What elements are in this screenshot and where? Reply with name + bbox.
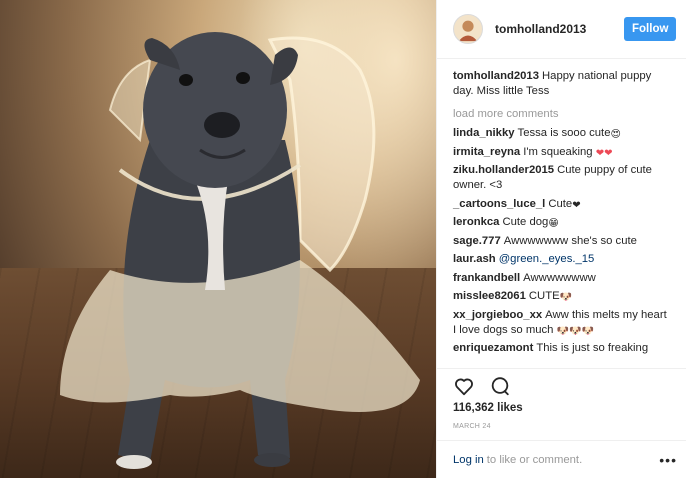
like-count[interactable]: 116,362 likes (453, 402, 671, 414)
dog-illustration (60, 32, 420, 469)
comment-username[interactable]: misslee82061 (453, 290, 526, 302)
heart-emoji-icon: ❤❤ (595, 147, 613, 159)
comment-username[interactable]: laur.ash (453, 253, 496, 265)
comment-item: laur.ash @green._eyes._15 (453, 252, 672, 267)
comment-username[interactable]: leronkca (453, 216, 499, 228)
black-heart-emoji-icon: ❤ (572, 199, 581, 211)
comment-username[interactable]: irmita_reyna (453, 146, 520, 158)
comment-item: linda_nikky Tessa is sooo cute😍 (453, 126, 672, 141)
login-link[interactable]: Log in (453, 454, 484, 466)
comment-username[interactable]: frankandbell (453, 272, 520, 284)
load-more-comments-link[interactable]: load more comments (453, 108, 672, 120)
more-options-icon[interactable]: ••• (659, 452, 677, 468)
comment-item: _cartoons_luce_l Cute❤ (453, 197, 672, 212)
comment-item: xx_jorgieboo_xx Aww this melts my heart I… (453, 308, 672, 338)
comment-text: Cute (548, 197, 573, 210)
post-username[interactable]: tomholland2013 (495, 22, 624, 36)
post-side-panel: tomholland2013 Follow tomholland2013 Happ… (436, 0, 686, 478)
comment-text: I'm squeaking (523, 145, 593, 158)
comment-username[interactable]: sage.777 (453, 235, 501, 247)
comment-username[interactable]: xx_jorgieboo_xx (453, 309, 542, 321)
dog-emoji-icon: 🐶 (559, 292, 573, 303)
comment-item: misslee82061 CUTE🐶 (453, 289, 672, 304)
comment-text: CUTE (528, 290, 560, 302)
comment-mention-link[interactable]: @green._eyes._15 (499, 253, 595, 265)
post-date[interactable]: MARCH 24 (453, 423, 671, 430)
post-caption: tomholland2013 Happy national puppy day. … (453, 69, 672, 99)
caption-username[interactable]: tomholland2013 (453, 70, 539, 82)
follow-button[interactable]: Follow (624, 17, 676, 41)
dog-emoji-icon: 🐶🐶🐶 (556, 325, 594, 337)
comment-text: This is just so freaking (536, 342, 649, 354)
comment-item: frankandbell Awwwwwwww (453, 271, 672, 286)
comment-item: leronkca Cute dog😁 (453, 215, 672, 230)
avatar[interactable] (453, 14, 483, 44)
comment-item: enriquezamont This is just so freaking (453, 341, 672, 356)
post-photo[interactable] (0, 0, 436, 478)
avatar-image-icon (458, 20, 478, 42)
comment-username[interactable]: enriquezamont (453, 342, 533, 354)
comment-text: Awwwwwww she's so cute (503, 234, 637, 247)
heart-icon[interactable] (453, 375, 475, 397)
comment-username[interactable]: _cartoons_luce_l (453, 198, 545, 210)
comment-text: Cute dog (502, 216, 549, 228)
heart-eyes-emoji-icon: 😍 (610, 129, 621, 140)
login-prompt-text: to like or comment. (486, 453, 583, 466)
comment-item: ziku.hollander2015 Cute puppy of cute own… (453, 163, 672, 193)
grin-emoji-icon: 😁 (548, 218, 559, 229)
comment-username[interactable]: ziku.hollander2015 (453, 164, 554, 176)
comment-item: sage.777 Awwwwwww she's so cute (453, 234, 672, 249)
post-footer: Log in to like or comment. ••• (437, 440, 686, 478)
action-icons (453, 369, 671, 399)
post-actions: 116,362 likes MARCH 24 (437, 368, 686, 440)
comment-text: Tessa is sooo cute (517, 127, 611, 139)
comment-username[interactable]: linda_nikky (453, 127, 515, 139)
instagram-post: tomholland2013 Follow tomholland2013 Happ… (0, 0, 686, 478)
post-header: tomholland2013 Follow (437, 0, 686, 59)
comment-text: Awwwwwwww (523, 271, 596, 284)
comment-item: irmita_reyna I'm squeaking ❤❤ (453, 145, 672, 160)
comment-icon[interactable] (489, 375, 511, 397)
comments-list: tomholland2013 Happy national puppy day. … (437, 59, 686, 367)
